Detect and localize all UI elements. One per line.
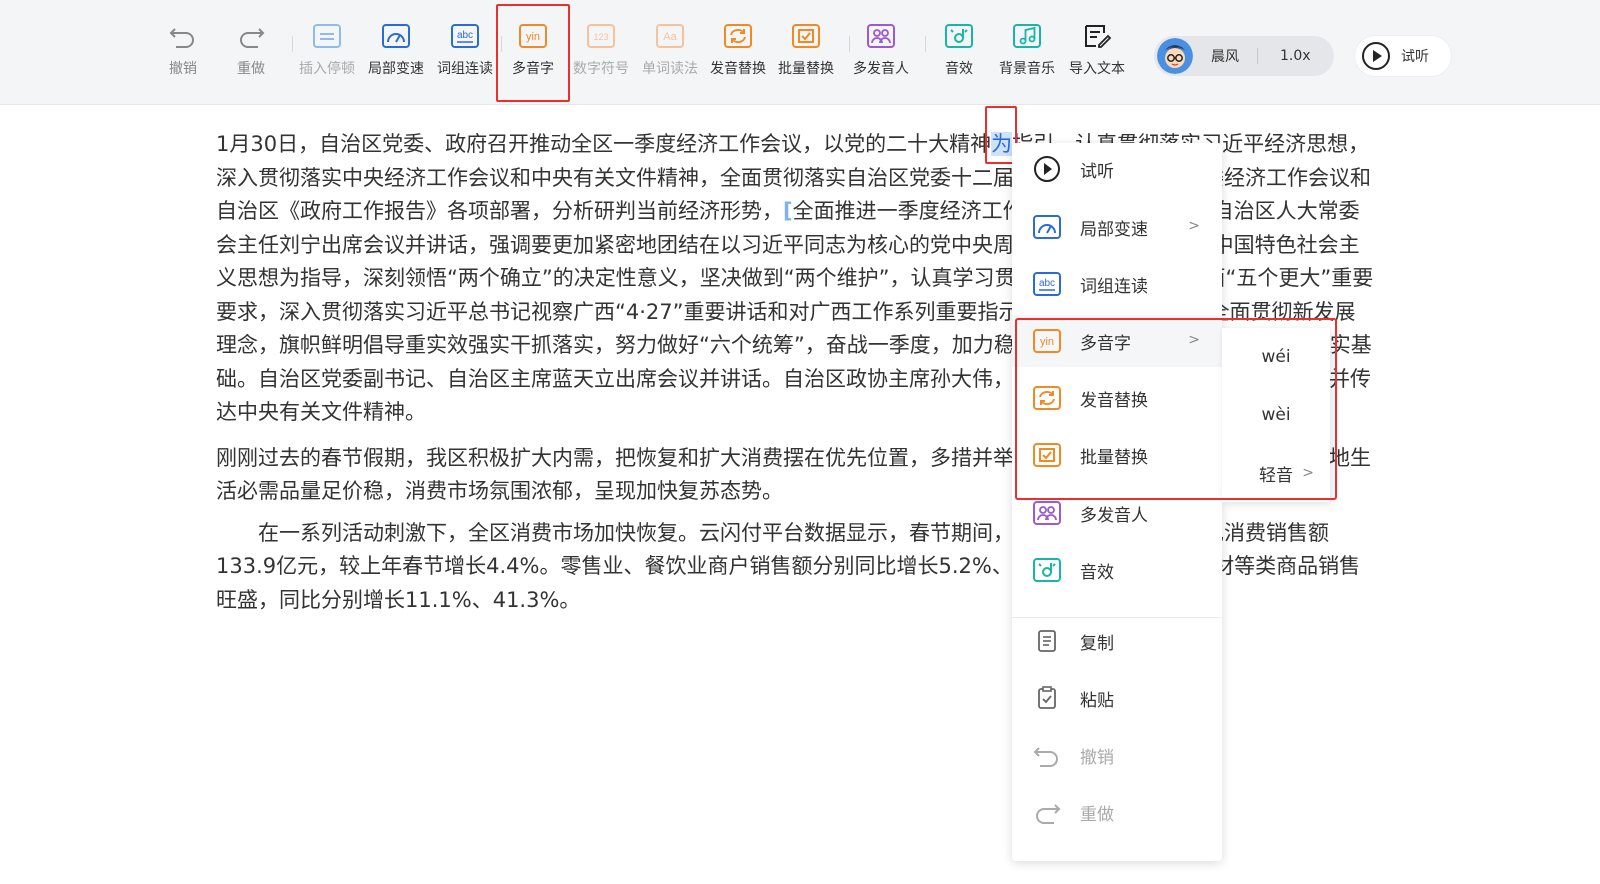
local-speed-label: 局部变速 [368, 61, 424, 77]
play-icon [1362, 42, 1390, 70]
context-menu: 试听 局部变速 > abc 词组连读 yin 多音字 > 发音替换 批量替换 多… [1012, 143, 1222, 861]
sound-effect-icon [944, 22, 974, 50]
menu-item-sound-effect[interactable]: 音效 [1012, 544, 1222, 596]
redo-button[interactable]: 重做 [218, 22, 284, 78]
sound-effect-icon [1032, 556, 1062, 584]
polyphone-menu-highlight [1015, 318, 1337, 500]
toolbar: 撤销 重做 插入停顿 局部变速 abc 词组连读 yin 多音字 123 数字符… [0, 0, 1600, 105]
redo-label: 重做 [237, 61, 265, 77]
swap-icon [723, 22, 753, 50]
word-link-label: 词组连读 [437, 61, 493, 77]
menu-item-paste[interactable]: 粘贴 [1012, 672, 1222, 724]
menu-item-listen[interactable]: 试听 [1012, 143, 1222, 195]
speedometer-icon [1032, 213, 1062, 241]
toolbar-divider [292, 36, 293, 52]
undo-label: 撤销 [169, 61, 197, 77]
menu-item-redo[interactable]: 重做 [1012, 786, 1222, 838]
aa-icon-text: Aa [663, 31, 677, 43]
undo-icon [1032, 741, 1062, 769]
sound-effect-button[interactable]: 音效 [926, 22, 992, 78]
word-reading-button[interactable]: Aa 单词读法 [637, 22, 703, 78]
import-text-label: 导入文本 [1069, 61, 1125, 77]
import-text-icon [1082, 22, 1112, 50]
number-symbol-button[interactable]: 123 数字符号 [568, 22, 634, 78]
pronounce-replace-button[interactable]: 发音替换 [705, 22, 771, 78]
redo-icon [1032, 798, 1062, 826]
abc-icon: abc [450, 22, 480, 50]
aa-icon: Aa [655, 22, 685, 50]
people-icon [1032, 499, 1062, 527]
menu-item-local-speed[interactable]: 局部变速 > [1012, 201, 1222, 253]
svg-text:abc: abc [1039, 278, 1055, 289]
speedometer-icon [381, 22, 411, 50]
polyphone-tool-highlight [496, 4, 570, 102]
word-reading-label: 单词读法 [642, 61, 698, 77]
bg-music-button[interactable]: 背景音乐 [994, 22, 1060, 78]
local-speed-button[interactable]: 局部变速 [363, 22, 429, 78]
voice-selector[interactable]: 晨风 1.0x [1154, 36, 1334, 76]
bg-music-label: 背景音乐 [999, 61, 1055, 77]
voice-speed[interactable]: 1.0x [1280, 48, 1311, 64]
listen-label: 试听 [1401, 49, 1429, 65]
menu-item-copy[interactable]: 复制 [1012, 615, 1222, 667]
abc-icon-text: abc [457, 30, 473, 41]
play-icon [1032, 155, 1062, 183]
voice-name: 晨风 [1211, 49, 1239, 65]
chevron-right-icon: > [1188, 218, 1200, 234]
pronounce-replace-label: 发音替换 [710, 61, 766, 77]
avatar [1157, 38, 1193, 74]
undo-icon [168, 22, 198, 50]
sound-effect-label: 音效 [945, 61, 973, 77]
redo-icon [236, 22, 266, 50]
multi-speaker-button[interactable]: 多发音人 [848, 22, 914, 78]
menu-item-undo[interactable]: 撤销 [1012, 729, 1222, 781]
word-link-button[interactable]: abc 词组连读 [432, 22, 498, 78]
import-text-button[interactable]: 导入文本 [1064, 22, 1130, 78]
insert-pause-button[interactable]: 插入停顿 [294, 22, 360, 78]
abc-icon: abc [1032, 270, 1062, 298]
insert-pause-label: 插入停顿 [299, 61, 355, 77]
number-symbol-label: 数字符号 [573, 61, 629, 77]
batch-replace-button[interactable]: 批量替换 [773, 22, 839, 78]
undo-button[interactable]: 撤销 [150, 22, 216, 78]
people-icon [866, 22, 896, 50]
voice-divider [1257, 48, 1258, 64]
batch-icon [791, 22, 821, 50]
paste-icon [1032, 684, 1062, 712]
number-icon-text: 123 [593, 32, 608, 42]
copy-icon [1032, 627, 1062, 655]
multi-speaker-label: 多发音人 [853, 61, 909, 77]
batch-replace-label: 批量替换 [778, 61, 834, 77]
menu-item-word-link[interactable]: abc 词组连读 [1012, 258, 1222, 310]
pause-icon [312, 22, 342, 50]
listen-button[interactable]: 试听 [1355, 36, 1451, 76]
number-icon: 123 [586, 22, 616, 50]
music-note-icon [1012, 22, 1042, 50]
bracket-open: [ [783, 199, 793, 223]
